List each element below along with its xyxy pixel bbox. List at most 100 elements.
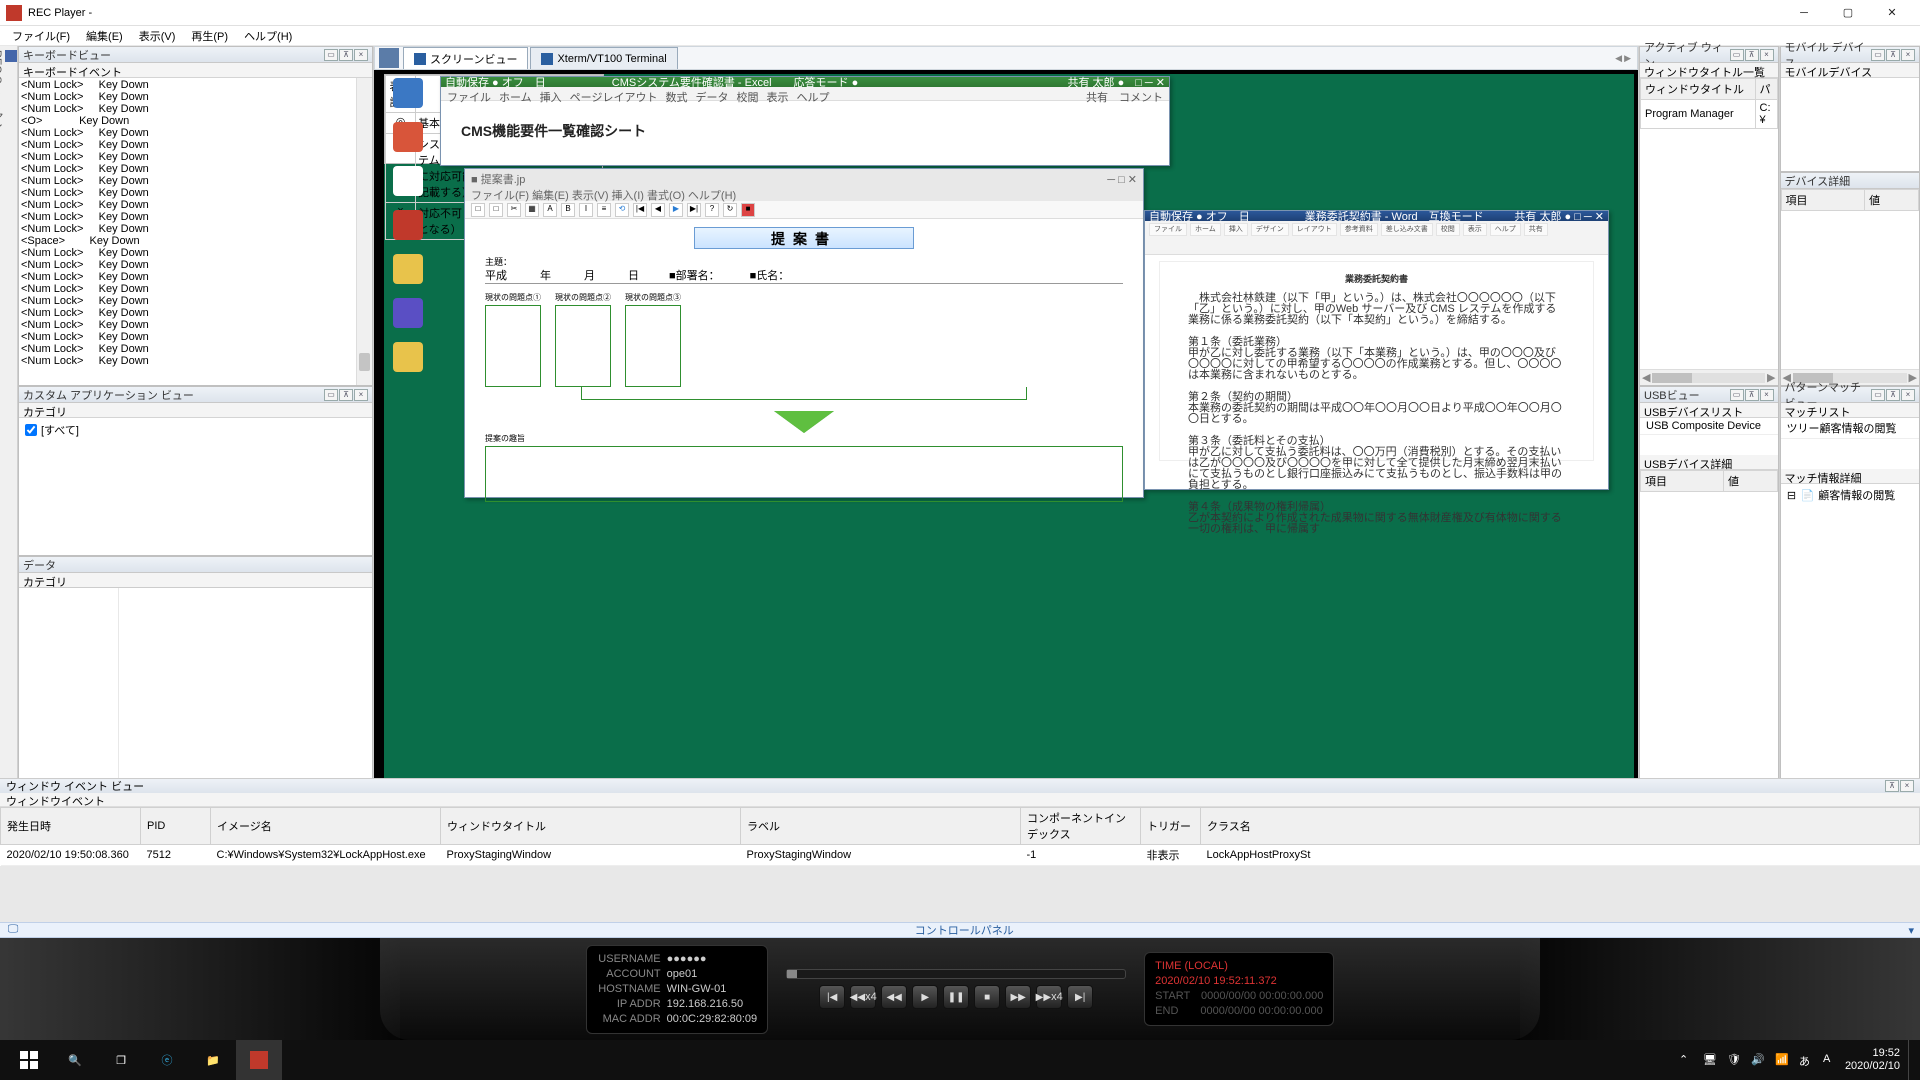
control-panel-header[interactable]: 🖵 コントロールパネル ▾: [0, 922, 1920, 938]
windows-taskbar: 🔍 ❐ ⓔ 📁 ⌃ 🖥 🛡 🔊 📶 あ A 19:522020/02/10: [0, 1040, 1920, 1080]
all-checkbox[interactable]: [25, 424, 37, 436]
tab-prev-icon[interactable]: ◀: [1615, 53, 1622, 64]
task-view-button[interactable]: ❐: [98, 1040, 144, 1080]
skip-start-button[interactable]: |◀: [819, 985, 845, 1009]
panel-restore-icon[interactable]: ▭: [324, 49, 338, 61]
tray-icon[interactable]: ⌃: [1679, 1053, 1693, 1067]
tray-icon[interactable]: 📶: [1775, 1053, 1789, 1067]
excel-window: 自動保存 ● オフ 日 CMSシステム要件確認書 - Excel 応答モード ●…: [440, 76, 1170, 166]
h-scrollbar[interactable]: ◀▶: [1640, 369, 1778, 385]
panel-close-icon[interactable]: ×: [354, 49, 368, 61]
stop-button[interactable]: ■: [974, 985, 1000, 1009]
menu-view[interactable]: 表示(V): [131, 26, 184, 46]
play-button[interactable]: ▶: [912, 985, 938, 1009]
skip-end-button[interactable]: ▶|: [1067, 985, 1093, 1009]
forward-fast-button[interactable]: ▶▶x4: [1036, 985, 1062, 1009]
word-window: 自動保存 ● オフ 日 業務委託契約書 - Word 互換モード共有 太郎 ● …: [1144, 210, 1609, 490]
custom-app-cat: カテゴリ: [19, 403, 372, 418]
keyboard-view-panel: キーボードビュー ▭ ⊼ × キーボードイベント <Num Lock> Key …: [18, 46, 373, 386]
minimize-button[interactable]: ─: [1782, 2, 1826, 24]
screen-icon: [414, 53, 426, 65]
keyboard-event-row: <Num Lock> Key Down: [21, 259, 370, 271]
ie-button[interactable]: ⓔ: [144, 1040, 190, 1080]
explorer-button[interactable]: 📁: [190, 1040, 236, 1080]
tray-icon[interactable]: 🔊: [1751, 1053, 1765, 1067]
maximize-button[interactable]: ▢: [1826, 2, 1870, 24]
mobile-device-panel: モバイル デバイス... ▭⊼× モバイルデバイス: [1780, 46, 1920, 172]
keyboard-event-row: <Num Lock> Key Down: [21, 103, 370, 115]
tray-icon[interactable]: 🛡: [1727, 1053, 1741, 1067]
player-bar: USERNAME●●●●●● ACCOUNTope01 HOSTNAMEWIN-…: [0, 938, 1920, 1040]
close-button[interactable]: ✕: [1870, 2, 1914, 24]
menu-help[interactable]: ヘルプ(H): [236, 26, 300, 46]
menu-file[interactable]: ファイル(F): [4, 26, 78, 46]
tab-xterm[interactable]: Xterm/VT100 Terminal: [530, 47, 677, 69]
data-title: データ: [23, 557, 368, 573]
forward-button[interactable]: ▶▶: [1005, 985, 1031, 1009]
keyboard-event-row: <Num Lock> Key Down: [21, 271, 370, 283]
window-event-table[interactable]: 発生日時PIDイメージ名ウィンドウタイトルラベルコンポーネントインデックストリガ…: [0, 807, 1920, 866]
start-button[interactable]: [6, 1040, 52, 1080]
window-titlebar: REC Player - ─ ▢ ✕: [0, 0, 1920, 26]
keyboard-event-row: <Num Lock> Key Down: [21, 91, 370, 103]
desktop-icon: [393, 210, 423, 240]
collapse-icon[interactable]: ▾: [1908, 924, 1914, 937]
tab-next-icon[interactable]: ▶: [1624, 53, 1631, 64]
keyboard-event-row: <Num Lock> Key Down: [21, 199, 370, 211]
panel-pin-icon[interactable]: ⊼: [339, 49, 353, 61]
keyboard-view-title: キーボードビュー: [23, 47, 323, 63]
recplayer-taskbar-button[interactable]: [236, 1040, 282, 1080]
keyboard-event-row: <Num Lock> Key Down: [21, 175, 370, 187]
panel-close-icon[interactable]: ×: [354, 389, 368, 401]
rewind-button[interactable]: ◀◀: [881, 985, 907, 1009]
excel-title: CMS機能要件一覧確認シート: [441, 101, 1169, 147]
keyboard-event-row: <Num Lock> Key Down: [21, 139, 370, 151]
taskbar-clock[interactable]: 19:522020/02/10: [1845, 1047, 1900, 1073]
keyboard-event-row: <Num Lock> Key Down: [21, 151, 370, 163]
window-event-panel: ウィンドウ イベント ビュー ⊼× ウィンドウイベント 発生日時PIDイメージ名…: [0, 778, 1920, 922]
desktop-icon: [393, 254, 423, 284]
window-title: REC Player -: [28, 7, 1782, 19]
proposal-window: ■ 提案書.jp─ □ ✕ ファイル(F) 編集(E) 表示(V) 挿入(I) …: [464, 168, 1144, 498]
usb-device-row[interactable]: USB Composite Device: [1640, 418, 1778, 435]
seek-slider[interactable]: [786, 969, 1126, 979]
panel-pin-icon[interactable]: ⊼: [339, 389, 353, 401]
desktop-icon: [393, 298, 423, 328]
systray[interactable]: ⌃ 🖥 🛡 🔊 📶 あ A: [1679, 1053, 1837, 1067]
control-icon: 🖵: [6, 923, 20, 937]
tray-icon[interactable]: 🖥: [1703, 1053, 1717, 1067]
category-all-row[interactable]: [すべて]: [19, 418, 372, 442]
terminal-icon: [541, 53, 553, 65]
desktop-icon: [393, 78, 423, 108]
rewind-fast-button[interactable]: ◀◀x4: [850, 985, 876, 1009]
keyboard-event-list[interactable]: <Num Lock> Key Down<Num Lock> Key Down<N…: [19, 78, 372, 385]
active-window-table[interactable]: ウィンドウタイトルパ Program ManagerC:¥: [1640, 78, 1778, 129]
match-tree-item[interactable]: ⊟ 📄 顧客情報の閲覧: [1781, 484, 1920, 506]
settings-icon[interactable]: [379, 48, 399, 68]
keyboard-event-row: <Num Lock> Key Down: [21, 283, 370, 295]
folder-icon: 📄: [1801, 489, 1815, 502]
show-desktop-button[interactable]: [1908, 1040, 1914, 1080]
search-button[interactable]: 🔍: [52, 1040, 98, 1080]
ime-icon[interactable]: あ: [1799, 1053, 1813, 1067]
menu-edit[interactable]: 編集(E): [78, 26, 131, 46]
center-tabs: スクリーンビュー Xterm/VT100 Terminal ◀▶: [374, 46, 1638, 70]
tab-screen[interactable]: スクリーンビュー: [403, 47, 528, 69]
pause-button[interactable]: ❚❚: [943, 985, 969, 1009]
keyboard-event-row: <Num Lock> Key Down: [21, 307, 370, 319]
data-cat: カテゴリ: [19, 573, 372, 588]
keyboard-event-row: <Num Lock> Key Down: [21, 163, 370, 175]
panel-restore-icon[interactable]: ▭: [324, 389, 338, 401]
menu-play[interactable]: 再生(P): [183, 26, 236, 46]
keyboard-event-row: <Num Lock> Key Down: [21, 187, 370, 199]
match-row[interactable]: ツリー顧客情報の閲覧: [1781, 418, 1920, 439]
keyboard-event-row: <Num Lock> Key Down: [21, 343, 370, 355]
device-detail-panel: デバイス詳細 項目値 ◀▶: [1780, 172, 1920, 386]
keyboard-event-row: <Num Lock> Key Down: [21, 79, 370, 91]
keyboard-event-row: <Num Lock> Key Down: [21, 331, 370, 343]
scrollbar[interactable]: [356, 78, 372, 385]
ime-a-icon[interactable]: A: [1823, 1053, 1837, 1067]
keyboard-event-row: <O> Key Down: [21, 115, 370, 127]
keyboard-event-row: <Num Lock> Key Down: [21, 127, 370, 139]
tree-collapse-icon[interactable]: ⊟: [1787, 489, 1797, 502]
